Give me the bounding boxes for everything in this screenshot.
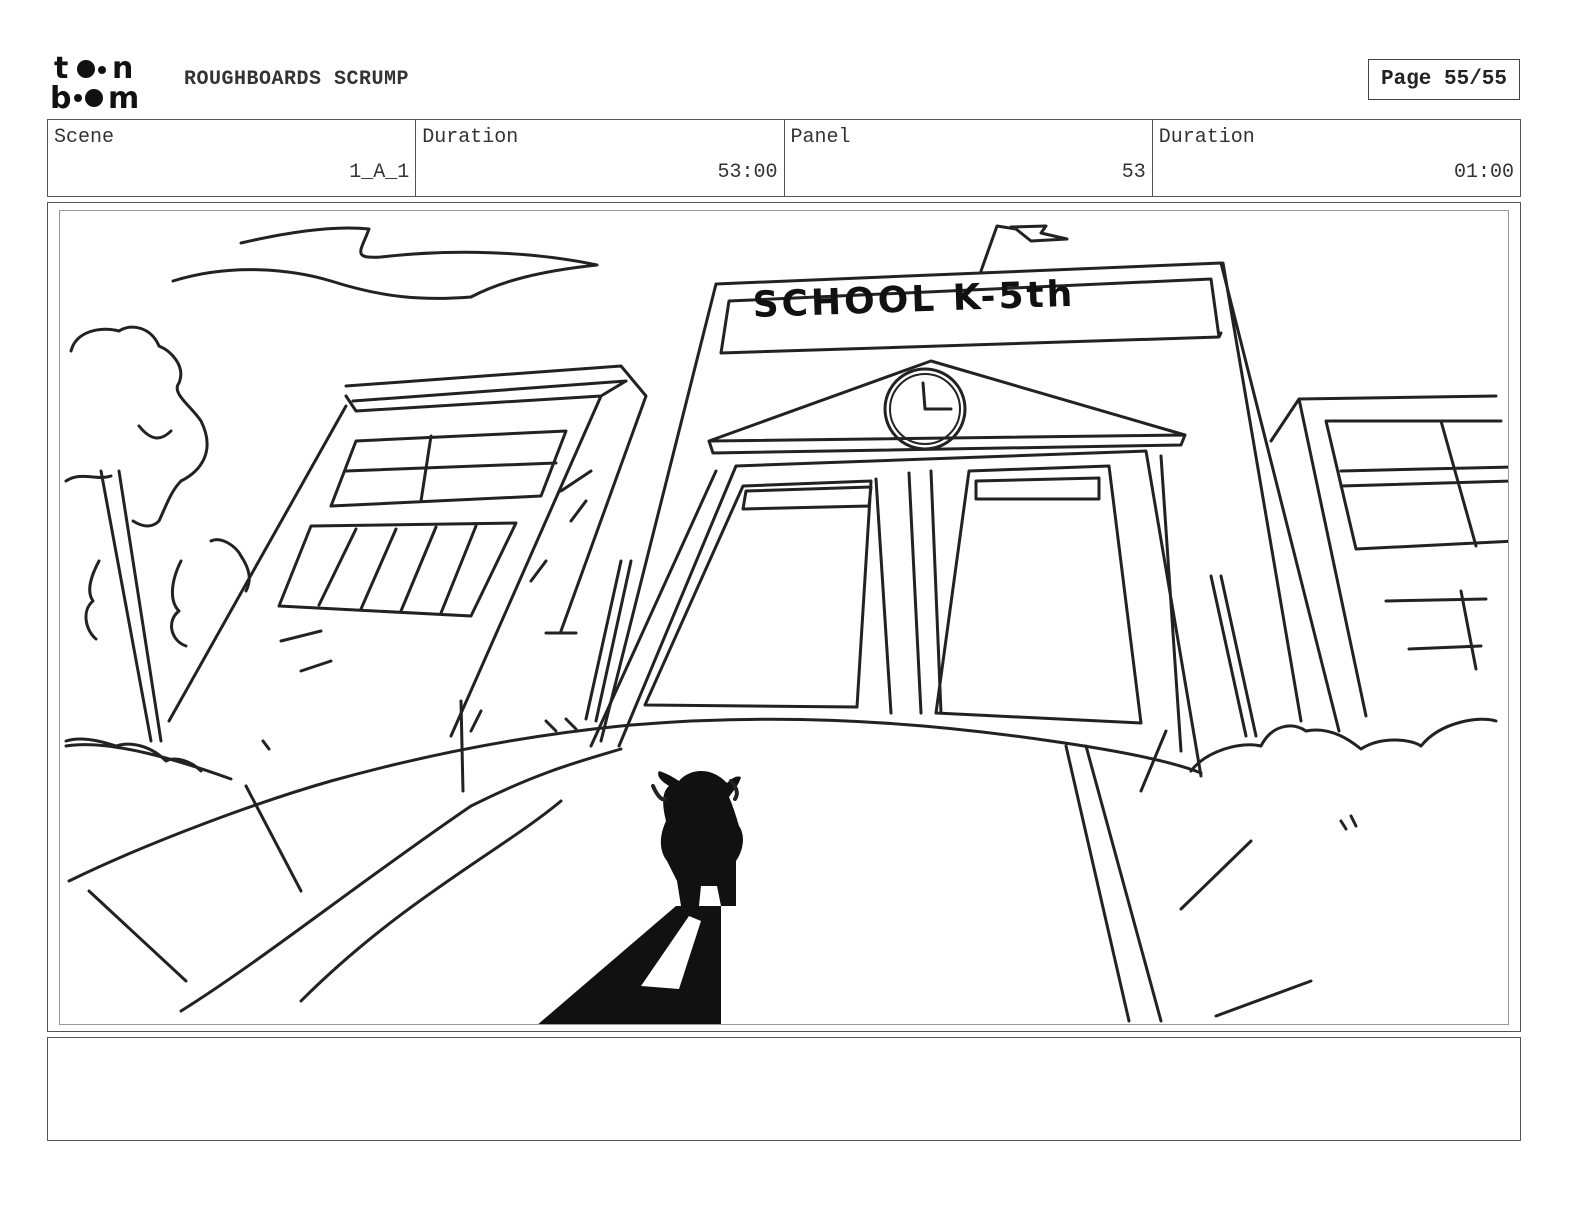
school-main-outline xyxy=(599,261,1341,743)
storyboard-panel-drawing: SCHOOL K-5th xyxy=(59,210,1509,1025)
left-building-window-upper xyxy=(329,429,568,508)
panel-duration-label: Duration xyxy=(1158,126,1255,149)
right-building-sketch xyxy=(1269,394,1508,718)
scene-duration-label: Duration xyxy=(422,126,519,149)
panel-duration-cell: Duration 01:00 xyxy=(1151,120,1520,196)
notes-box[interactable] xyxy=(47,1037,1521,1141)
bushes-left xyxy=(64,737,233,781)
scene-value: 1_A_1 xyxy=(349,161,410,184)
character-silhouette xyxy=(658,771,743,906)
page-indicator: Page 55/55 xyxy=(1368,59,1520,100)
bushes-right xyxy=(1189,717,1498,773)
cloud-sketch xyxy=(171,226,599,300)
svg-text:m: m xyxy=(108,81,139,112)
scene-cell: Scene 1_A_1 xyxy=(48,120,415,196)
panel-value: 53 xyxy=(1121,161,1146,184)
school-entrance xyxy=(589,449,1203,778)
scene-duration-value: 53:00 xyxy=(717,161,778,184)
school-flagpole xyxy=(979,224,1069,273)
panel-duration-value: 01:00 xyxy=(1453,161,1514,184)
scene-duration-cell: Duration 53:00 xyxy=(415,120,783,196)
info-bar: Scene 1_A_1 Duration 53:00 Panel 53 Dura… xyxy=(47,119,1521,197)
tree-sketch xyxy=(64,325,209,743)
scene-label: Scene xyxy=(54,126,115,149)
bush-sketch xyxy=(84,538,251,648)
panel-label: Panel xyxy=(790,126,851,149)
left-building-window-lower xyxy=(277,521,518,618)
panel-cell: Panel 53 xyxy=(783,120,1152,196)
project-title: ROUGHBOARDS SCRUMP xyxy=(184,68,410,91)
left-building-sketch xyxy=(167,364,648,738)
svg-text:b: b xyxy=(50,81,71,112)
toon-boom-logo: t n b m xyxy=(50,50,164,116)
